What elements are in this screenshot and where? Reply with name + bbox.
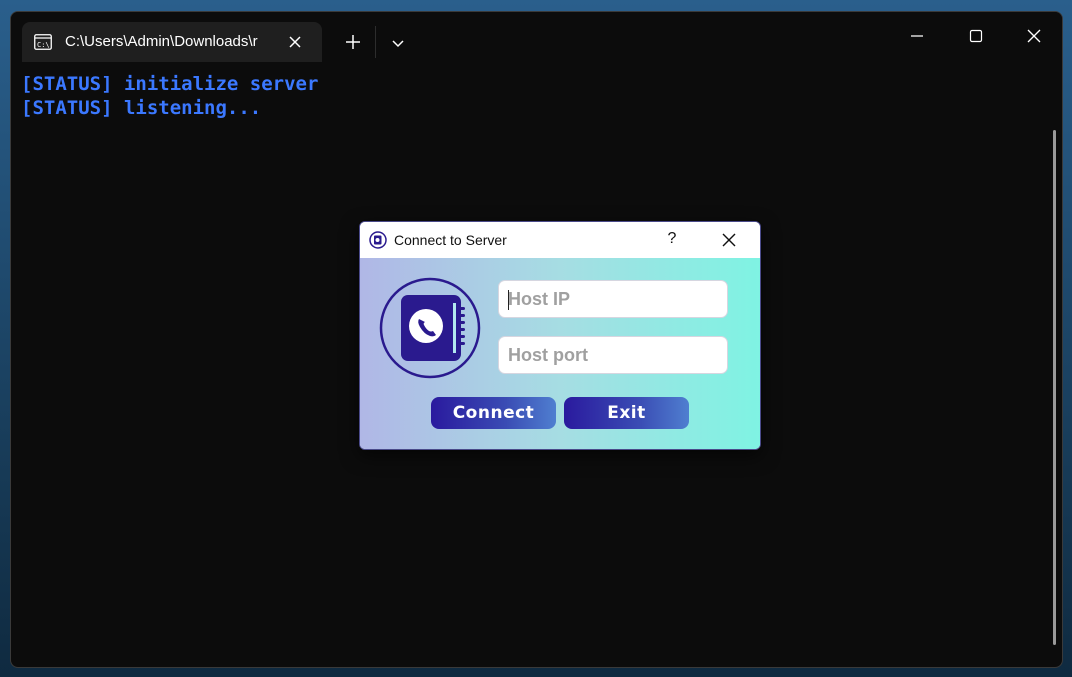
- dialog-title-bar: Connect to Server ?: [360, 222, 760, 258]
- app-icon: [369, 231, 387, 249]
- exit-button[interactable]: Exit: [564, 397, 689, 429]
- console-output: [STATUS] initialize server [STATUS] list…: [21, 72, 318, 120]
- connect-dialog: Connect to Server ? Connect Ex: [359, 221, 761, 450]
- svg-text:C:\: C:\: [37, 41, 50, 49]
- connect-button[interactable]: Connect: [431, 397, 556, 429]
- divider: [375, 26, 376, 58]
- phonebook-icon: [379, 277, 481, 379]
- dialog-title: Connect to Server: [394, 232, 507, 248]
- scrollbar[interactable]: [1053, 130, 1056, 645]
- text-caret: [508, 290, 509, 310]
- host-port-input[interactable]: [498, 336, 728, 374]
- close-icon[interactable]: [285, 32, 305, 52]
- maximize-icon[interactable]: [953, 24, 999, 48]
- title-bar: C:\ C:\Users\Admin\Downloads\r: [11, 12, 1062, 62]
- help-button[interactable]: ?: [662, 230, 682, 248]
- terminal-icon: C:\: [34, 34, 52, 50]
- host-ip-input[interactable]: [498, 280, 728, 318]
- tab-terminal[interactable]: C:\ C:\Users\Admin\Downloads\r: [22, 22, 322, 62]
- console-line: [STATUS] initialize server: [21, 73, 319, 95]
- close-icon[interactable]: [720, 231, 738, 249]
- console-line: [STATUS] listening...: [21, 97, 262, 119]
- plus-icon[interactable]: [342, 31, 364, 53]
- close-icon[interactable]: [1011, 24, 1057, 48]
- chevron-down-icon[interactable]: [388, 33, 408, 53]
- minimize-icon[interactable]: [894, 24, 940, 48]
- dialog-body: Connect Exit: [360, 258, 760, 449]
- tab-title: C:\Users\Admin\Downloads\r: [65, 33, 258, 50]
